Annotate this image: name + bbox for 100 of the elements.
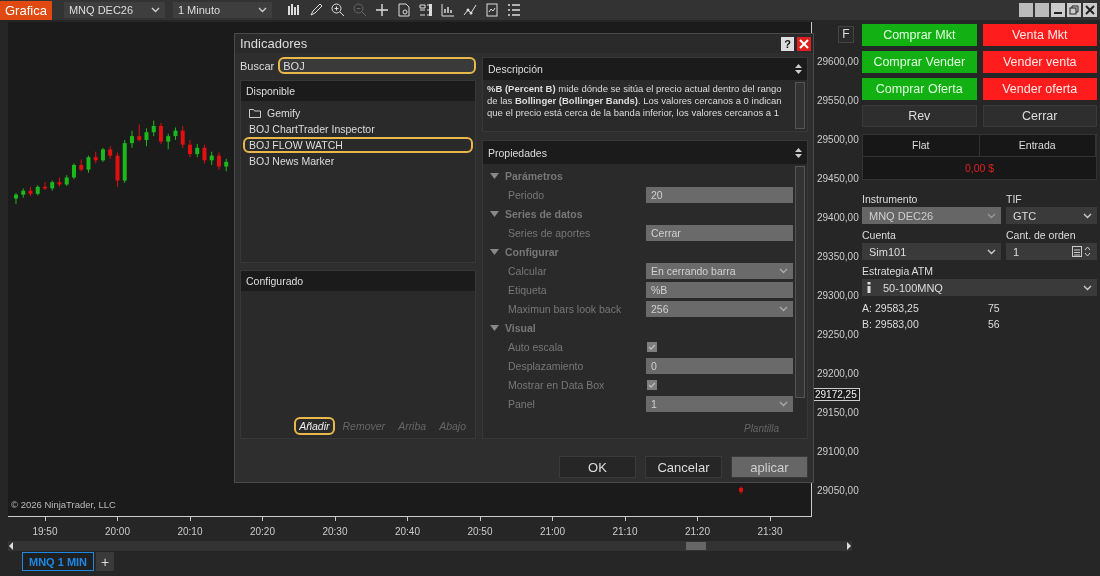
indicator-item[interactable]: BOJ News Marker	[243, 152, 473, 169]
quote-label: A:	[862, 301, 873, 316]
quantity-field[interactable]: 1	[1006, 243, 1097, 260]
close-button[interactable]	[1083, 3, 1097, 17]
tif-dropdown[interactable]: GTC	[1006, 207, 1097, 224]
search-field[interactable]: BOJ	[278, 57, 476, 75]
price-label: 29100,00	[816, 446, 859, 458]
caret-icon	[1083, 212, 1092, 219]
bars-icon[interactable]	[285, 2, 302, 18]
properties-icon[interactable]	[417, 2, 434, 18]
candle	[115, 152, 120, 188]
close-button[interactable]	[797, 36, 811, 51]
candle	[144, 127, 149, 147]
sell-button[interactable]: Vender venta	[982, 51, 1097, 73]
time-label: 21:30	[733, 517, 807, 540]
restore-button[interactable]	[1067, 3, 1081, 17]
crosshair-icon[interactable]	[373, 2, 390, 18]
copyright-text: © 2026 NinjaTrader, LLC	[10, 499, 116, 512]
candle	[14, 192, 18, 205]
candle	[209, 151, 214, 166]
chart-tab[interactable]: MNQ 1 MIN	[22, 552, 95, 571]
candle	[739, 485, 743, 495]
dialog-button[interactable]: Cancelar	[645, 456, 722, 478]
price-label: 29450,00	[816, 173, 859, 185]
zoom-in-icon[interactable]	[329, 2, 346, 18]
indicator-item[interactable]: BOJ FLOW WATCH	[243, 136, 473, 153]
property-label: Calcular	[507, 264, 548, 277]
minimize-button[interactable]	[1051, 3, 1065, 17]
list-icon[interactable]	[505, 2, 522, 18]
time-label: 20:20	[226, 517, 299, 540]
price-label: 29050,00	[816, 485, 859, 497]
window-title: Indicadores	[240, 36, 308, 51]
app-menu-button[interactable]: Grafica	[0, 0, 52, 20]
price-label: 29350,00	[816, 251, 859, 263]
candle	[57, 176, 62, 188]
candle	[86, 155, 91, 174]
property-label: Maximun bars look back	[507, 302, 623, 315]
help-button[interactable]: ?	[781, 36, 794, 51]
line-chart-icon[interactable]	[461, 2, 478, 18]
property-label: Desplazamiento	[507, 359, 585, 372]
clipboard-icon[interactable]	[483, 2, 500, 18]
indicator-item[interactable]: BOJ ChartTrader Inspector	[243, 120, 473, 137]
candle	[50, 180, 55, 192]
dialog-button[interactable]: OK	[559, 456, 636, 478]
candle	[195, 143, 200, 158]
action-link[interactable]: Añadir	[294, 417, 335, 435]
candle	[137, 123, 142, 143]
scroll-arrows-icon[interactable]	[795, 64, 802, 74]
buy-button[interactable]: Comprar Mkt	[862, 24, 977, 46]
pencil-icon[interactable]	[307, 2, 324, 18]
caret-icon	[987, 212, 996, 219]
position-header: Flat	[863, 135, 980, 157]
scroll-right-icon[interactable]	[846, 542, 852, 550]
candle	[101, 147, 105, 163]
field-label: Estrategia ATM	[862, 264, 934, 279]
time-label: 20:00	[81, 517, 154, 540]
action-button[interactable]: Cerrar	[982, 105, 1097, 127]
atm-strategy-dropdown[interactable]: 50-100MNQ	[862, 279, 1097, 296]
panel-title: Configurado	[246, 274, 304, 290]
indicator-item[interactable]: Gemify	[243, 104, 473, 121]
candle	[28, 186, 33, 197]
candle	[202, 144, 207, 164]
price-label: 29250,00	[816, 329, 859, 341]
document-search-icon[interactable]	[395, 2, 412, 18]
sell-button[interactable]: Venta Mkt	[982, 24, 1097, 46]
account-dropdown[interactable]: Sim101	[862, 243, 1001, 260]
scroll-left-icon[interactable]	[8, 542, 14, 550]
time-label: 21:10	[588, 517, 662, 540]
candle	[122, 139, 127, 184]
position-header: Entrada	[979, 135, 1096, 157]
scrollbar-thumb[interactable]	[686, 542, 706, 550]
scrollbar[interactable]	[795, 166, 805, 398]
field-label: Cuenta	[862, 228, 897, 243]
buy-button[interactable]: Comprar Vender	[862, 51, 977, 73]
chart-corner-button[interactable]: F	[838, 26, 854, 43]
action-button[interactable]: Rev	[862, 105, 977, 127]
property-label: Series de aportes	[507, 226, 592, 239]
field-label: Cant. de orden	[1006, 228, 1077, 243]
scrollbar[interactable]	[795, 82, 805, 130]
time-label: 19:50	[8, 517, 82, 540]
scrollbar[interactable]	[8, 541, 852, 551]
instrument-dropdown[interactable]: MNQ DEC26	[63, 2, 165, 18]
price-label: 29300,00	[816, 290, 859, 302]
interval-dropdown[interactable]: 1 Minuto	[172, 2, 272, 18]
time-label: 21:00	[516, 517, 589, 540]
calculator-icon[interactable]	[1072, 246, 1092, 257]
time-label: 20:30	[298, 517, 372, 540]
caret-icon	[257, 7, 267, 13]
sell-button[interactable]: Vender oferta	[982, 78, 1097, 100]
buy-button[interactable]: Comprar Oferta	[862, 78, 977, 100]
caret-icon	[1083, 284, 1092, 291]
quote-label: B:	[862, 317, 873, 332]
candle	[151, 120, 156, 137]
price-label: 29200,00	[816, 368, 859, 380]
new-tab-button[interactable]: +	[96, 552, 115, 571]
candle	[180, 125, 185, 149]
scroll-arrows-icon[interactable]	[795, 147, 802, 158]
candle	[188, 139, 192, 158]
chart-icon[interactable]	[439, 2, 456, 18]
folder-icon	[249, 107, 261, 118]
